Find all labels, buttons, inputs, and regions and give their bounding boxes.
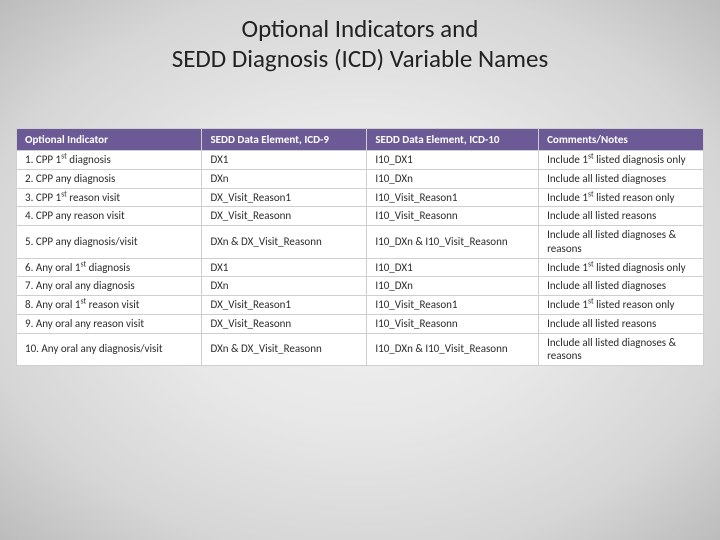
cell-icd9: DX_Visit_Reason1 [202,296,367,315]
cell-icd10: I10_DX1 [367,151,539,170]
table-row: 9. Any oral any reason visit DX_Visit_Re… [17,314,704,333]
cell-notes: Include all listed reasons [539,314,704,333]
title-line-2: SEDD Diagnosis (ICD) Variable Names [172,43,549,74]
cell-indicator: 7. Any oral any diagnosis [17,277,202,296]
cell-indicator: 9. Any oral any reason visit [17,314,202,333]
table-row: 1. CPP 1st diagnosis DX1 I10_DX1 Include… [17,151,704,170]
cell-icd10: I10_Visit_Reasonn [367,207,539,226]
cell-icd9: DXn [202,277,367,296]
cell-notes: Include all listed diagnoses [539,277,704,296]
cell-notes: Include all listed reasons [539,207,704,226]
cell-icd9: DXn & DX_Visit_Reasonn [202,226,367,259]
cell-indicator: 8. Any oral 1st reason visit [17,296,202,315]
cell-notes: Include 1st listed reason only [539,296,704,315]
cell-notes: Include 1st listed diagnosis only [539,151,704,170]
table-row: 6. Any oral 1st diagnosis DX1 I10_DX1 In… [17,258,704,277]
cell-notes: Include all listed diagnoses & reasons [539,333,704,366]
variable-names-table: Optional Indicator SEDD Data Element, IC… [16,128,704,366]
cell-indicator: 1. CPP 1st diagnosis [17,151,202,170]
cell-icd10: I10_DXn & I10_Visit_Reasonn [367,226,539,259]
page-title: Optional Indicators and SEDD Diagnosis (… [0,14,720,74]
cell-icd10: I10_Visit_Reason1 [367,188,539,207]
cell-icd9: DX_Visit_Reasonn [202,314,367,333]
cell-icd9: DX_Visit_Reason1 [202,188,367,207]
table-row: 2. CPP any diagnosis DXn I10_DXn Include… [17,169,704,188]
cell-notes: Include 1st listed diagnosis only [539,258,704,277]
cell-indicator: 5. CPP any diagnosis/visit [17,226,202,259]
slide: Optional Indicators and SEDD Diagnosis (… [0,0,720,540]
cell-icd10: I10_DXn [367,277,539,296]
header-icd10: SEDD Data Element, ICD-10 [367,129,539,151]
cell-icd9: DX1 [202,258,367,277]
table-row: 5. CPP any diagnosis/visit DXn & DX_Visi… [17,226,704,259]
cell-icd9: DX_Visit_Reasonn [202,207,367,226]
cell-icd9: DX1 [202,151,367,170]
cell-icd10: I10_Visit_Reason1 [367,296,539,315]
table-row: 8. Any oral 1st reason visit DX_Visit_Re… [17,296,704,315]
cell-icd10: I10_DXn [367,169,539,188]
cell-indicator: 6. Any oral 1st diagnosis [17,258,202,277]
cell-notes: Include 1st listed reason only [539,188,704,207]
table-body: 1. CPP 1st diagnosis DX1 I10_DX1 Include… [17,151,704,366]
table-row: 4. CPP any reason visit DX_Visit_Reasonn… [17,207,704,226]
header-optional-indicator: Optional Indicator [17,129,202,151]
cell-icd10: I10_Visit_Reasonn [367,314,539,333]
cell-icd10: I10_DX1 [367,258,539,277]
table-container: Optional Indicator SEDD Data Element, IC… [16,128,704,366]
table-row: 10. Any oral any diagnosis/visit DXn & D… [17,333,704,366]
table-row: 3. CPP 1st reason visit DX_Visit_Reason1… [17,188,704,207]
header-notes: Comments/Notes [539,129,704,151]
cell-icd9: DXn & DX_Visit_Reasonn [202,333,367,366]
cell-indicator: 3. CPP 1st reason visit [17,188,202,207]
title-line-1: Optional Indicators and [242,13,479,44]
cell-icd10: I10_DXn & I10_Visit_Reasonn [367,333,539,366]
cell-indicator: 10. Any oral any diagnosis/visit [17,333,202,366]
cell-indicator: 4. CPP any reason visit [17,207,202,226]
cell-notes: Include all listed diagnoses & reasons [539,226,704,259]
table-header-row: Optional Indicator SEDD Data Element, IC… [17,129,704,151]
cell-icd9: DXn [202,169,367,188]
cell-indicator: 2. CPP any diagnosis [17,169,202,188]
header-icd9: SEDD Data Element, ICD-9 [202,129,367,151]
cell-notes: Include all listed diagnoses [539,169,704,188]
table-row: 7. Any oral any diagnosis DXn I10_DXn In… [17,277,704,296]
